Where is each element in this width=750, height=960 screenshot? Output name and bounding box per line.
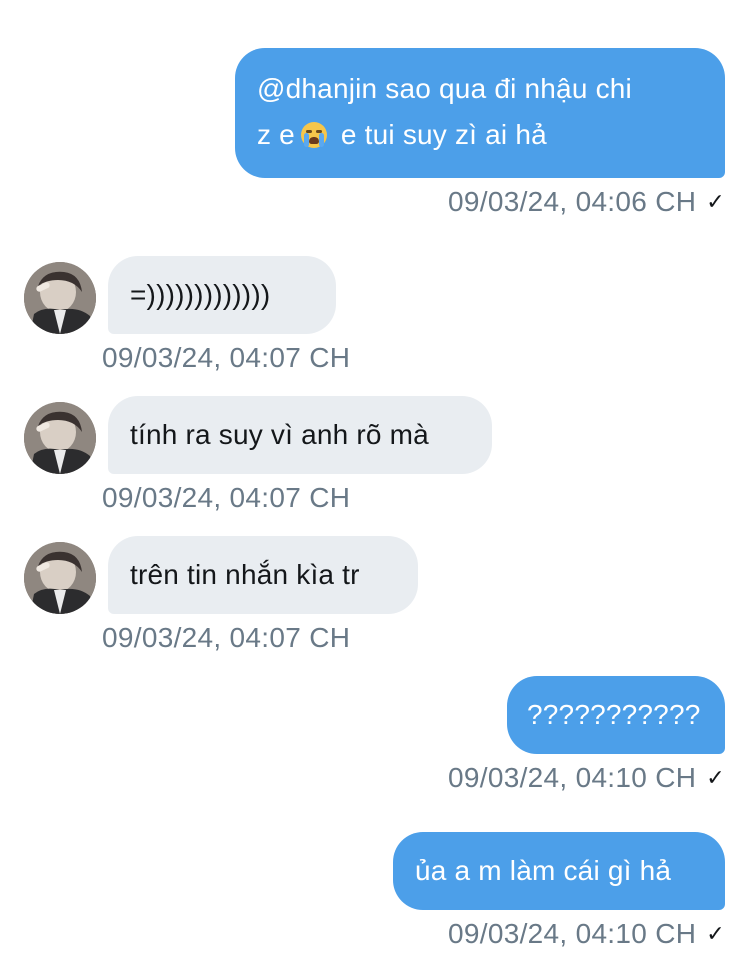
message-timestamp: 09/03/24, 04:10 CH ✓ — [448, 918, 725, 949]
message-timestamp: 09/03/24, 04:07 CH — [102, 622, 351, 653]
checkmark-icon: ✓ — [706, 189, 725, 214]
incoming-message-bubble[interactable]: tính ra suy vì anh rõ mà — [108, 396, 492, 474]
outgoing-message-bubble[interactable]: @dhanjin sao qua đi nhậu chi z e e tui s… — [235, 48, 725, 178]
message-text: ??????????? — [527, 699, 701, 730]
message-timestamp: 09/03/24, 04:07 CH — [102, 482, 351, 513]
message-text: tính ra suy vì anh rõ mà — [130, 419, 429, 450]
message-text: ủa a m làm cái gì hả — [415, 855, 672, 886]
message-text-line: @dhanjin sao qua đi nhậu chi — [257, 73, 632, 104]
avatar[interactable] — [24, 542, 96, 614]
message-text: trên tin nhắn kìa tr — [130, 559, 360, 590]
avatar[interactable] — [24, 402, 96, 474]
message-timestamp: 09/03/24, 04:10 CH ✓ — [448, 762, 725, 793]
incoming-message-bubble[interactable]: trên tin nhắn kìa tr — [108, 536, 418, 614]
avatar[interactable] — [24, 262, 96, 334]
outgoing-message-bubble[interactable]: ủa a m làm cái gì hả — [393, 832, 725, 910]
crying-face-emoji-icon — [300, 122, 327, 148]
message-timestamp: 09/03/24, 04:06 CH ✓ — [448, 186, 725, 217]
message-timestamp: 09/03/24, 04:07 CH — [102, 342, 351, 373]
outgoing-message-bubble[interactable]: ??????????? — [507, 676, 725, 754]
message-text: =))))))))))))) — [130, 279, 271, 310]
message-text-line: z e e tui suy zì ai hả — [257, 119, 547, 150]
incoming-message-bubble[interactable]: =))))))))))))) — [108, 256, 336, 334]
checkmark-icon: ✓ — [706, 921, 725, 946]
checkmark-icon: ✓ — [706, 765, 725, 790]
